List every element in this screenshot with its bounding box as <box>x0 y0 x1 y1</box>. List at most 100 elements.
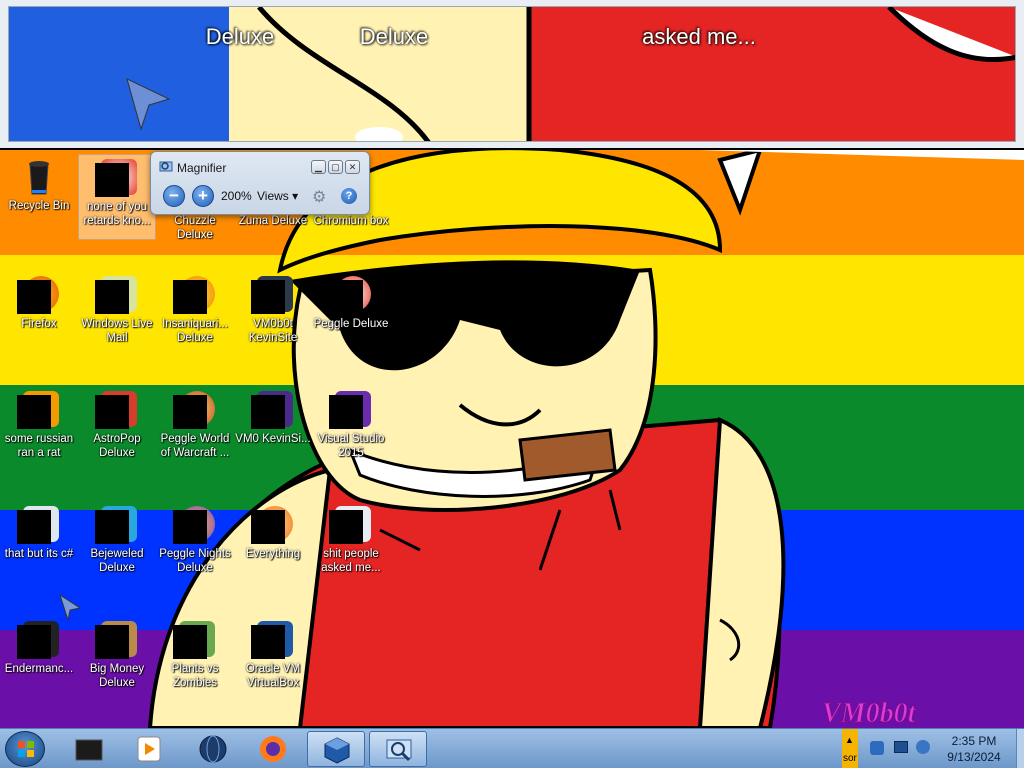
close-button[interactable]: ✕ <box>345 160 360 174</box>
taskbar-item-firefox[interactable] <box>244 731 302 767</box>
folder-icon <box>75 739 103 761</box>
recycle-bin-icon <box>17 154 61 198</box>
magnifier-app-icon <box>159 161 173 172</box>
icon-label: Plants vs Zombies <box>171 663 219 689</box>
desktop-icon-astropop[interactable]: AstroPop Deluxe <box>78 387 156 460</box>
chevron-down-icon: ▾ <box>292 189 299 203</box>
clock[interactable]: 2:35 PM 9/13/2024 <box>930 733 1018 765</box>
desktop-icon-virtualbox[interactable]: Oracle VM VirtualBox <box>234 617 312 690</box>
desktop-icon-peggle-deluxe[interactable]: Peggle Deluxe <box>312 272 390 331</box>
vm-icon <box>251 272 295 316</box>
zoom-out-button[interactable]: − <box>163 185 185 207</box>
peggle-icon <box>173 387 217 431</box>
lens-label: Deluxe <box>359 24 429 49</box>
watermark-text: VM0b0t <box>822 698 917 728</box>
desktop-icon-vm-kevinsite[interactable]: VM0b0t KevinSite <box>234 272 312 345</box>
desktop-icon-recycle-bin[interactable]: Recycle Bin <box>0 154 78 213</box>
desktop-icon-csharp[interactable]: that but its c# <box>0 502 78 561</box>
desktop-icon-bejeweled[interactable]: Bejeweled Deluxe <box>78 502 156 575</box>
desktop-icon-big-money[interactable]: Big Money Deluxe <box>78 617 156 690</box>
taskbar-item-virtualbox[interactable] <box>307 731 365 767</box>
chevron-up-icon: ▲ <box>845 735 854 745</box>
icon-label: Chuzzle Deluxe <box>174 215 216 241</box>
windows-logo-icon <box>18 741 34 757</box>
clock-date: 9/13/2024 <box>947 750 1001 764</box>
help-button[interactable]: ? <box>341 188 357 204</box>
minimize-button[interactable]: ▁ <box>311 160 326 174</box>
icon-label: that but its c# <box>4 548 74 560</box>
zoom-in-button[interactable]: + <box>192 185 214 207</box>
desktop-icon-peggle-nights[interactable]: Peggle Nights Deluxe <box>156 502 234 575</box>
maximize-button[interactable]: ▢ <box>328 160 343 174</box>
mail-icon <box>95 272 139 316</box>
magnifier-icon <box>386 739 412 762</box>
plant-icon <box>173 617 217 661</box>
icon-label: Bejeweled Deluxe <box>90 548 144 574</box>
icon-label: Visual Studio 2015 <box>317 433 385 459</box>
terminal-icon <box>17 617 61 661</box>
show-desktop-button[interactable] <box>1016 729 1024 768</box>
search-icon <box>251 502 295 546</box>
icon-label: AstroPop Deluxe <box>93 433 141 459</box>
files-icon <box>17 502 61 546</box>
icon-label: none of you retards kno... <box>83 201 151 227</box>
taskbar-item-media-player[interactable] <box>120 731 178 767</box>
desktop-icon-vm-kevinsi[interactable]: VM0 KevinSi... <box>234 387 312 446</box>
magnifier-window[interactable]: Magnifier ▁ ▢ ✕ − + 200% Views ▾ ⚙ ? <box>150 151 370 215</box>
astropop-icon <box>95 387 139 431</box>
fish-icon <box>173 272 217 316</box>
lens-label: asked me... <box>642 24 756 49</box>
gem-icon <box>95 502 139 546</box>
peggle-icon <box>95 155 139 199</box>
virtualbox-icon <box>251 617 295 661</box>
icon-label: Zuma Deluxe <box>238 215 308 227</box>
gear-icon[interactable]: ⚙ <box>312 187 326 207</box>
desktop-icon-everything[interactable]: Everything <box>234 502 312 561</box>
desktop-icon-firefox[interactable]: Firefox <box>0 272 78 331</box>
desktop-icon-peggle-wow[interactable]: Peggle World of Warcraft ... <box>156 387 234 460</box>
taskbar-item-explorer[interactable] <box>60 731 118 767</box>
icon-label: some russian ran a rat <box>4 433 74 459</box>
visual-studio-icon <box>329 387 373 431</box>
zoom-level: 200% <box>221 189 252 203</box>
desktop-icon-endermanch[interactable]: Endermanc... <box>0 617 78 676</box>
desktop-icon-shit-people-asked[interactable]: shit people asked me... <box>312 502 390 575</box>
magnified-view: Deluxe Deluxe asked me... <box>8 6 1016 142</box>
icon-label: Firefox <box>21 318 57 330</box>
show-hidden-icons-button[interactable]: ▲ sor <box>842 729 858 768</box>
icon-label: shit people asked me... <box>321 548 381 574</box>
desktop-icon-plants-vs-zombies[interactable]: Plants vs Zombies <box>156 617 234 690</box>
desktop-icon-windows-live-mail[interactable]: Windows Live Mail <box>78 272 156 345</box>
icon-label: Everything <box>245 548 301 560</box>
window-title: Magnifier <box>177 161 227 175</box>
views-dropdown[interactable]: Views ▾ <box>257 189 298 203</box>
taskbar-item-magnifier[interactable] <box>369 731 427 767</box>
icon-label: Peggle World of Warcraft ... <box>160 433 230 459</box>
peggle-icon <box>173 502 217 546</box>
icon-label: Peggle Deluxe <box>313 318 389 330</box>
virtualbox-icon <box>324 737 350 764</box>
vm-icon <box>251 387 295 431</box>
icon-label: Chromium box <box>313 215 389 227</box>
desktop-icon-russian-rat[interactable]: some russian ran a rat <box>0 387 78 460</box>
network-icon[interactable] <box>894 741 908 753</box>
magnifier-lens-panel: Deluxe Deluxe asked me... <box>0 0 1024 148</box>
desktop-icon-insaniquarium[interactable]: Insaniquari... Deluxe <box>156 272 234 345</box>
lens-label: Deluxe <box>205 24 275 49</box>
folder-icon <box>329 502 373 546</box>
desktop-icon-peggle[interactable]: none of you retards kno... <box>78 154 156 240</box>
globe-icon <box>199 735 227 763</box>
media-player-icon <box>137 736 161 762</box>
firefox-icon <box>260 736 286 762</box>
icon-label: VM0b0t KevinSite <box>248 318 298 344</box>
taskbar: ▲ sor 2:35 PM 9/13/2024 <box>0 728 1024 768</box>
action-center-icon[interactable] <box>870 741 884 755</box>
icon-label: Endermanc... <box>4 663 74 675</box>
clock-time: 2:35 PM <box>951 734 997 748</box>
desktop-icon-visual-studio[interactable]: Visual Studio 2015 <box>312 387 390 460</box>
taskbar-item-globe[interactable] <box>184 731 242 767</box>
start-button[interactable] <box>5 731 45 767</box>
volume-icon[interactable] <box>916 740 930 754</box>
icon-label: Big Money Deluxe <box>89 663 145 689</box>
icon-label: Recycle Bin <box>8 200 70 212</box>
